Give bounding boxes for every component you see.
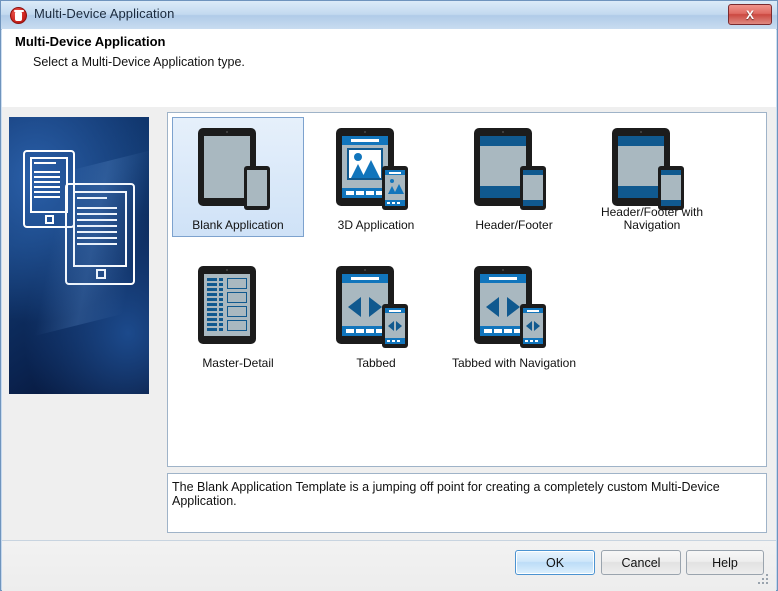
master-detail-icon: [173, 260, 303, 352]
dialog-footer: OK Cancel Help: [2, 540, 776, 591]
page-title: Multi-Device Application: [15, 34, 166, 49]
template-label: Header/Footer: [475, 218, 553, 232]
template-grid: Blank Application 3D Application Header/…: [167, 112, 767, 467]
header-footer-icon: [449, 122, 579, 214]
dialog-window: Multi-Device Application X Multi-Device …: [0, 0, 778, 591]
resize-grip[interactable]: [758, 574, 771, 587]
banner-device-small-icon: [23, 150, 75, 228]
dialog-header: Multi-Device Application Select a Multi-…: [2, 29, 776, 108]
tabbed-icon: [311, 260, 441, 352]
template-tile-header-footer[interactable]: Header/Footer: [448, 117, 580, 237]
template-label: Blank Application: [192, 218, 284, 232]
template-description: The Blank Application Template is a jump…: [167, 473, 767, 533]
ok-button[interactable]: OK: [515, 550, 595, 575]
3d-application-icon: [311, 122, 441, 214]
page-subtitle: Select a Multi-Device Application type.: [33, 55, 245, 69]
template-label: Tabbed: [356, 356, 396, 370]
close-icon: X: [745, 7, 754, 22]
template-label: Header/Footer with Navigation: [600, 205, 704, 232]
banner-device-large-icon: [65, 183, 135, 285]
title-bar: Multi-Device Application X: [1, 1, 777, 30]
template-tile-master-detail[interactable]: Master-Detail: [172, 255, 304, 375]
cancel-button[interactable]: Cancel: [601, 550, 681, 575]
tabbed-navigation-icon: [449, 260, 579, 352]
banner-illustration: [9, 117, 149, 394]
help-button[interactable]: Help: [686, 550, 764, 575]
close-button[interactable]: X: [728, 4, 772, 25]
template-tile-header-footer-navigation[interactable]: Header/Footer with Navigation: [586, 117, 718, 237]
template-tile-tabbed-navigation[interactable]: Tabbed with Navigation: [448, 255, 580, 375]
template-tile-blank-application[interactable]: Blank Application: [172, 117, 304, 237]
template-tile-tabbed[interactable]: Tabbed: [310, 255, 442, 375]
template-tile-3d-application[interactable]: 3D Application: [310, 117, 442, 237]
template-label: 3D Application: [337, 218, 415, 232]
dialog-body: Blank Application 3D Application Header/…: [2, 107, 776, 540]
blank-application-icon: [173, 122, 303, 214]
header-footer-navigation-icon: [587, 122, 717, 214]
template-label: Master-Detail: [202, 356, 274, 370]
window-title: Multi-Device Application: [34, 6, 175, 21]
template-label: Tabbed with Navigation: [451, 356, 577, 370]
trash-can-icon: [10, 7, 27, 24]
